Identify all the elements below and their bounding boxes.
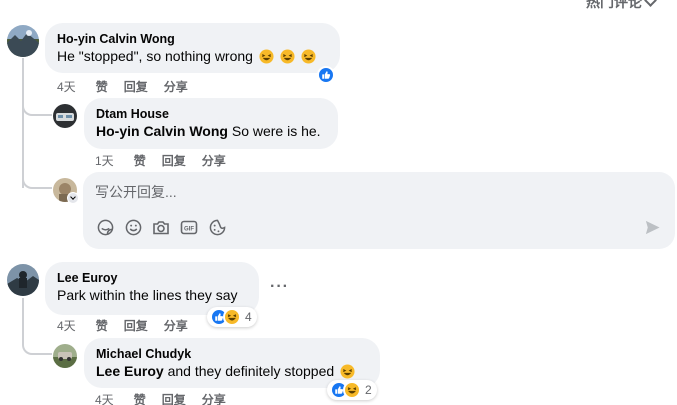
comment-actions: 4天 赞 回复 分享 xyxy=(57,317,204,334)
send-icon[interactable] xyxy=(644,219,661,241)
laugh-emoji-icon xyxy=(340,364,355,379)
reply-timestamp[interactable]: 4天 xyxy=(95,391,114,405)
reply-actions: 4天 赞 回复 分享 xyxy=(95,391,242,405)
reply-author[interactable]: Michael Chudyk xyxy=(96,346,368,362)
thread-connector xyxy=(22,335,52,355)
avatar-sticker-icon[interactable] xyxy=(208,218,226,236)
comment-author[interactable]: Lee Euroy xyxy=(57,270,247,286)
like-button[interactable]: 赞 xyxy=(134,391,146,405)
reply-text-body: and they definitely stopped xyxy=(163,363,335,379)
avatar[interactable] xyxy=(53,344,77,368)
reply-text-body: So were is he. xyxy=(227,123,321,139)
reply-bubble: Dtam House Ho-yin Calvin Wong So were is… xyxy=(84,98,338,149)
avatar[interactable] xyxy=(7,264,39,296)
more-options-button[interactable]: ··· xyxy=(270,278,289,296)
comment-actions: 4天 赞 回复 分享 xyxy=(57,78,204,95)
avatar[interactable] xyxy=(7,25,39,57)
like-button[interactable]: 赞 xyxy=(96,78,108,95)
laugh-emoji-icon xyxy=(301,49,316,64)
composer-tools: GIF xyxy=(96,218,226,236)
reply-button[interactable]: 回复 xyxy=(162,391,186,405)
like-button[interactable]: 赞 xyxy=(96,317,108,334)
emoji-icon[interactable] xyxy=(124,218,142,236)
laugh-emoji-icon xyxy=(280,49,295,64)
account-switch-badge[interactable] xyxy=(67,192,79,204)
comment-bubble: Ho-yin Calvin Wong He "stopped", so noth… xyxy=(45,23,340,73)
comment-timestamp[interactable]: 4天 xyxy=(57,78,76,95)
comment-text: Park within the lines they say xyxy=(57,287,238,303)
sort-comments-button[interactable]: 热门评论 xyxy=(586,0,657,12)
chevron-down-icon xyxy=(644,0,657,7)
sticker-icon[interactable] xyxy=(96,218,114,236)
share-button[interactable]: 分享 xyxy=(164,78,188,95)
reaction-summary[interactable]: 4 xyxy=(207,307,257,327)
reply-timestamp[interactable]: 1天 xyxy=(95,152,114,169)
share-button[interactable]: 分享 xyxy=(164,317,188,334)
like-button[interactable]: 赞 xyxy=(134,152,146,169)
reaction-count: 2 xyxy=(365,383,372,397)
thread-line xyxy=(22,298,24,338)
svg-text:GIF: GIF xyxy=(184,226,194,232)
avatar[interactable] xyxy=(53,104,77,128)
reply-actions: 1天 赞 回复 分享 xyxy=(95,152,242,169)
sort-label: 热门评论 xyxy=(586,0,642,10)
reply-button[interactable]: 回复 xyxy=(124,317,148,334)
comment-text: He "stopped", so nothing wrong xyxy=(57,47,328,66)
laugh-emoji-icon xyxy=(259,49,274,64)
mention-link[interactable]: Ho-yin Calvin Wong xyxy=(96,123,228,139)
mention-link[interactable]: Lee Euroy xyxy=(96,363,164,379)
reply-text: Lee Euroy and they definitely stopped xyxy=(96,362,368,381)
comment-text-body: He "stopped", so nothing wrong xyxy=(57,48,253,64)
reply-button[interactable]: 回复 xyxy=(162,152,186,169)
reaction-count: 4 xyxy=(245,310,252,324)
comment-timestamp[interactable]: 4天 xyxy=(57,317,76,334)
comment-author[interactable]: Ho-yin Calvin Wong xyxy=(57,31,328,47)
haha-reaction-icon xyxy=(223,308,241,326)
thread-connector xyxy=(22,96,52,116)
reply-button[interactable]: 回复 xyxy=(124,78,148,95)
reply-text: Ho-yin Calvin Wong So were is he. xyxy=(96,122,326,141)
reply-author[interactable]: Dtam House xyxy=(96,106,326,122)
haha-reaction-icon xyxy=(343,381,361,399)
reaction-summary[interactable]: 2 xyxy=(327,380,377,400)
share-button[interactable]: 分享 xyxy=(202,391,226,405)
thread-connector xyxy=(22,165,52,189)
share-button[interactable]: 分享 xyxy=(202,152,226,169)
reaction-summary[interactable] xyxy=(317,66,335,84)
like-reaction-icon xyxy=(317,66,335,84)
chevron-down-icon xyxy=(70,194,76,200)
gif-icon[interactable]: GIF xyxy=(180,218,198,236)
reply-composer[interactable]: 写公开回复... GIF xyxy=(83,172,675,249)
reply-input[interactable]: 写公开回复... xyxy=(95,182,177,202)
camera-icon[interactable] xyxy=(152,218,170,236)
